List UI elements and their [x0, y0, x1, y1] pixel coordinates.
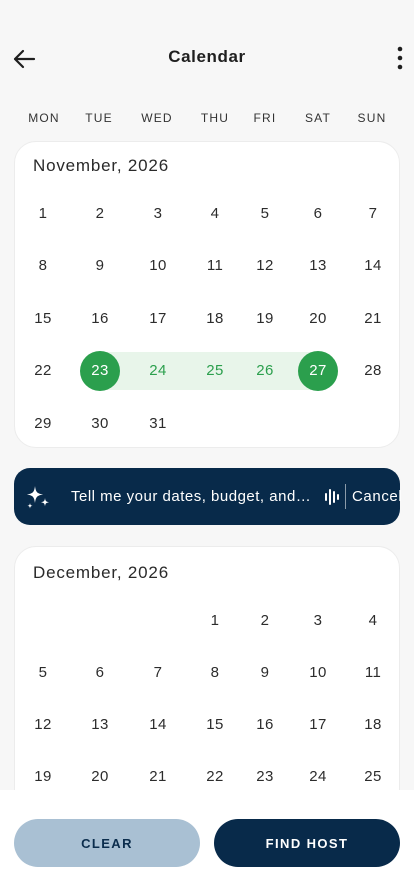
calendar-day[interactable]: 4	[353, 600, 393, 640]
app-header: Calendar	[0, 0, 414, 100]
calendar-day[interactable]: 9	[80, 246, 120, 286]
calendar-day[interactable]: 3	[298, 600, 338, 640]
weekday-header: MON TUE WED THU FRI SAT SUN	[14, 111, 400, 125]
calendar-day[interactable]: 22	[23, 351, 63, 391]
calendar-day[interactable]: 15	[195, 705, 235, 745]
calendar-day[interactable]: 11	[353, 652, 393, 692]
calendar-day[interactable]: 10	[298, 652, 338, 692]
calendar-day[interactable]: 12	[245, 246, 285, 286]
calendar-day-selected[interactable]: 27	[298, 350, 338, 391]
ai-prompt-input[interactable]: Tell me your dates, budget, and…	[71, 488, 321, 505]
divider	[345, 484, 346, 509]
clear-button[interactable]: CLEAR	[14, 819, 200, 867]
month-title: December, 2026	[33, 563, 169, 582]
calendar-day[interactable]: 11	[195, 246, 235, 286]
calendar-day[interactable]: 5	[23, 652, 63, 692]
calendar-day[interactable]: 29	[23, 403, 63, 443]
bottom-action-bar: CLEAR FIND HOST	[0, 790, 414, 896]
calendar-day[interactable]: 13	[298, 246, 338, 286]
calendar-day[interactable]: 6	[80, 652, 120, 692]
calendar-day[interactable]: 18	[195, 298, 235, 338]
calendar-day-in-range[interactable]: 24	[138, 351, 178, 391]
month-title: November, 2026	[33, 156, 169, 175]
calendar-day-in-range[interactable]: 25	[195, 351, 235, 391]
calendar-day[interactable]: 16	[245, 705, 285, 745]
weekday-label: FRI	[253, 111, 277, 125]
calendar-day[interactable]: 2	[80, 193, 120, 233]
calendar-day[interactable]: 7	[138, 652, 178, 692]
calendar-day-selected[interactable]: 23	[80, 350, 120, 391]
voice-input-icon[interactable]	[324, 487, 340, 507]
calendar-day[interactable]: 8	[195, 652, 235, 692]
calendar-day[interactable]: 18	[353, 705, 393, 745]
sparkle-icon	[27, 486, 49, 509]
weekday-label: SUN	[357, 111, 387, 125]
calendar-day[interactable]: 7	[353, 193, 393, 233]
weekday-label: TUE	[85, 111, 113, 125]
calendar-day[interactable]: 16	[80, 298, 120, 338]
calendar-day[interactable]: 2	[245, 600, 285, 640]
calendar-day[interactable]: 17	[138, 298, 178, 338]
calendar-day[interactable]: 14	[353, 246, 393, 286]
more-options-icon[interactable]	[392, 44, 408, 72]
calendar-day[interactable]: 1	[23, 193, 63, 233]
calendar-day[interactable]: 13	[80, 705, 120, 745]
calendar-day[interactable]: 6	[298, 193, 338, 233]
calendar-day[interactable]: 10	[138, 246, 178, 286]
calendar-day[interactable]: 17	[298, 705, 338, 745]
calendar-day[interactable]: 21	[353, 298, 393, 338]
calendar-day[interactable]: 30	[80, 403, 120, 443]
calendar-day[interactable]: 15	[23, 298, 63, 338]
month-card-november: November, 2026 1 2 3 4 5 6 7 8 9 10 11 12 13 14 15 16 17…	[14, 141, 400, 448]
calendar-day[interactable]: 28	[353, 351, 393, 391]
calendar-day[interactable]: 4	[195, 193, 235, 233]
weekday-label: MON	[28, 111, 60, 125]
find-host-button[interactable]: FIND HOST	[214, 819, 400, 867]
calendar-day[interactable]: 1	[195, 600, 235, 640]
calendar-day[interactable]: 20	[298, 298, 338, 338]
page-title: Calendar	[168, 47, 246, 66]
weekday-label: SAT	[304, 111, 332, 125]
cancel-button[interactable]: Cancel	[352, 488, 402, 505]
calendar-day[interactable]: 31	[138, 403, 178, 443]
calendar-day[interactable]: 3	[138, 193, 178, 233]
ai-assistant-bar: Tell me your dates, budget, and… Cancel	[14, 468, 402, 525]
calendar-day[interactable]: 8	[23, 246, 63, 286]
calendar-day[interactable]: 12	[23, 705, 63, 745]
calendar-day[interactable]: 5	[245, 193, 285, 233]
calendar-day-in-range[interactable]: 26	[245, 351, 285, 391]
calendar-day[interactable]: 14	[138, 705, 178, 745]
calendar-day[interactable]: 9	[245, 652, 285, 692]
weekday-label: WED	[141, 111, 173, 125]
weekday-label: THU	[200, 111, 230, 125]
calendar-day[interactable]: 19	[245, 298, 285, 338]
